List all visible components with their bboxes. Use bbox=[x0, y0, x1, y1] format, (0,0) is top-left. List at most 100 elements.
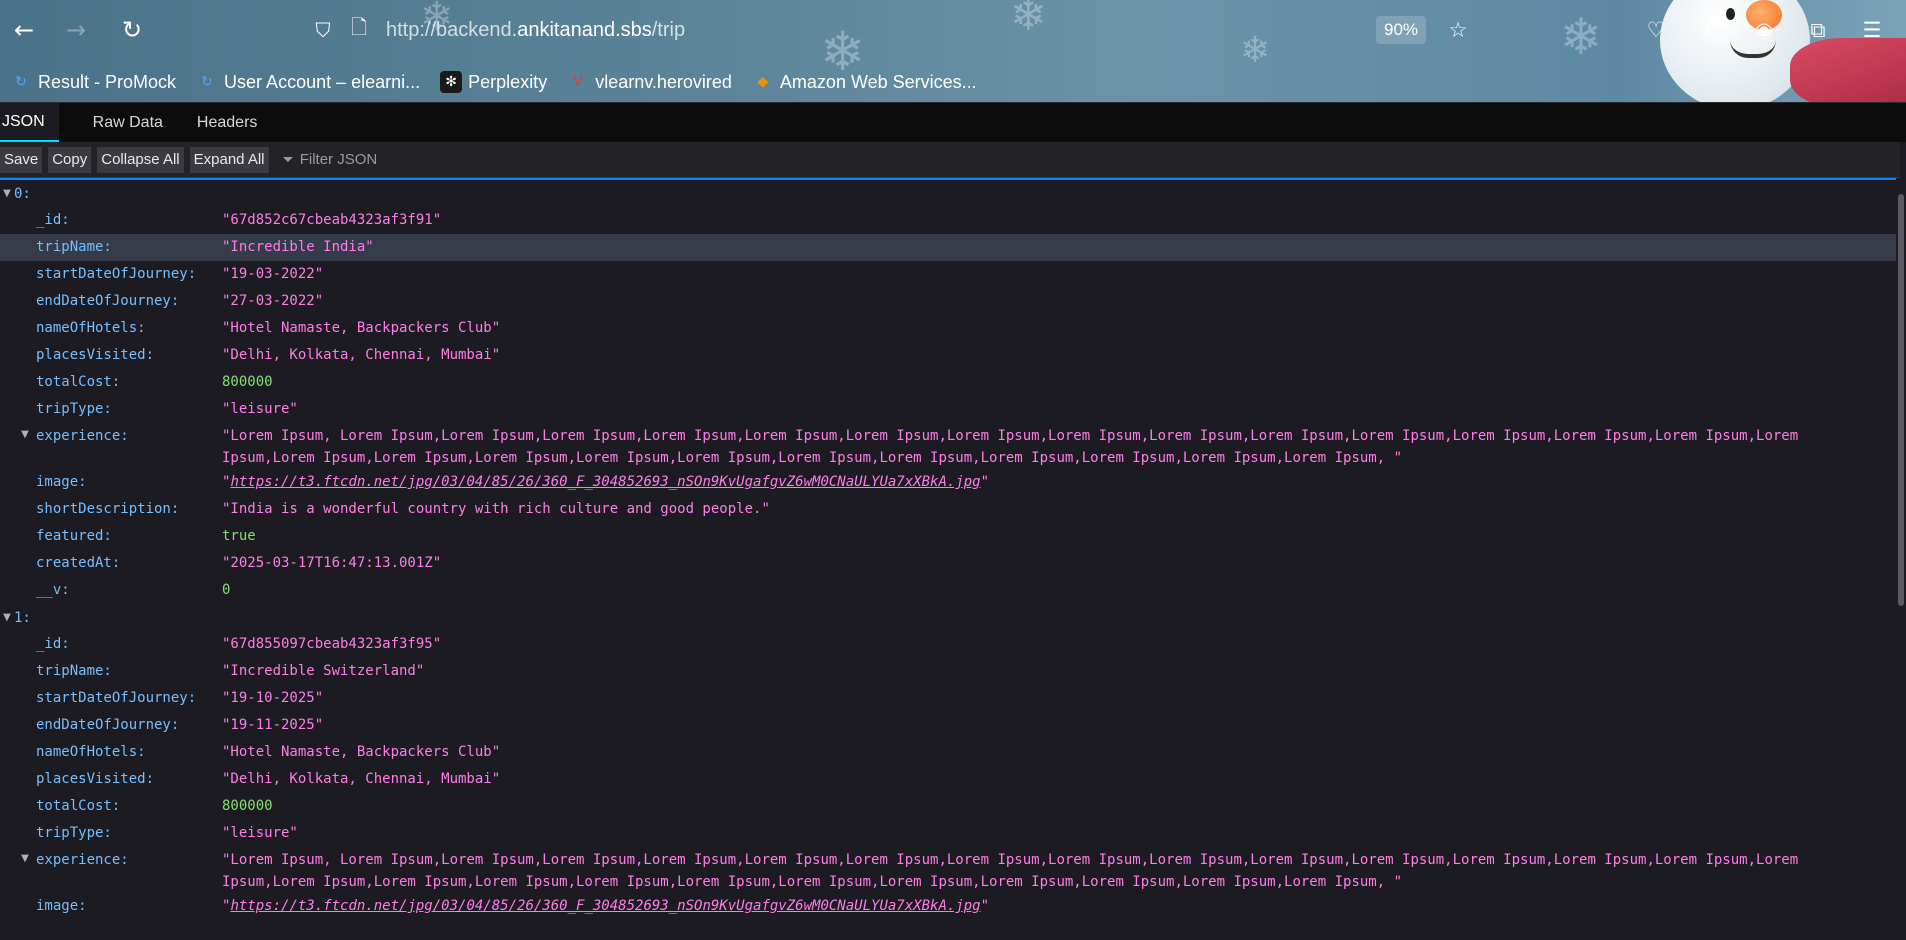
property-value: "Hotel Namaste, Backpackers Club" bbox=[222, 320, 501, 336]
json-property-row[interactable]: image: "https://t3.ftcdn.net/jpg/03/04/85… bbox=[0, 893, 1900, 920]
json-property-row[interactable]: endDateOfJourney: "27-03-2022" bbox=[0, 288, 1900, 315]
snowflake-decoration: ❄ bbox=[1560, 8, 1602, 66]
property-value: "Lorem Ipsum, Lorem Ipsum,Lorem Ipsum,Lo… bbox=[222, 852, 1799, 890]
bookmark-label: Perplexity bbox=[468, 71, 548, 92]
bookmark-star-button[interactable]: ☆ bbox=[1440, 12, 1476, 48]
json-property-row[interactable]: totalCost: 800000 bbox=[0, 369, 1900, 396]
image-url-link[interactable]: https://t3.ftcdn.net/jpg/03/04/85/26/360… bbox=[230, 474, 980, 490]
bookmark-item[interactable]: ◆ Amazon Web Services... bbox=[748, 67, 981, 97]
property-key-text: startDateOfJourney: bbox=[36, 690, 197, 706]
forward-button[interactable]: → bbox=[58, 12, 94, 48]
property-key-text: __v: bbox=[36, 582, 70, 598]
json-property-row[interactable]: tripName: "Incredible India" bbox=[0, 234, 1900, 261]
expand-all-button[interactable]: Expand All bbox=[189, 146, 269, 173]
browser-toolbar: ❄ ❄ ❄ ❄ ❄ ← → ↻ ⛉ 🗋 http://backend.ankit… bbox=[0, 0, 1906, 102]
property-key: nameOfHotels: bbox=[0, 320, 222, 336]
address-bar[interactable]: ⛉ 🗋 http://backend.ankitanand.sbs/trip bbox=[308, 10, 1438, 50]
json-property-row[interactable]: _id: "67d852c67cbeab4323af3f91" bbox=[0, 207, 1900, 234]
aws-cube-icon: ◆ bbox=[757, 74, 769, 90]
bookmark-item[interactable]: Vvlearnv.herovired bbox=[563, 67, 736, 97]
property-key-text: experience: bbox=[36, 852, 129, 868]
url-text[interactable]: http://backend.ankitanand.sbs/trip bbox=[386, 19, 685, 42]
filter-json-field[interactable]: ⏷ bbox=[283, 151, 500, 168]
array-index-row[interactable]: ▼ 0: bbox=[0, 180, 1900, 207]
json-property-row[interactable]: shortDescription: "India is a wonderful c… bbox=[0, 496, 1900, 523]
json-property-row[interactable]: endDateOfJourney: "19-11-2025" bbox=[0, 712, 1900, 739]
expand-triangle-icon[interactable]: ▼ bbox=[18, 853, 32, 864]
json-property-row[interactable]: createdAt: "2025-03-17T16:47:13.001Z" bbox=[0, 550, 1900, 577]
json-property-row[interactable]: tripName: "Incredible Switzerland" bbox=[0, 658, 1900, 685]
property-key-text: createdAt: bbox=[36, 555, 121, 571]
expand-triangle-icon[interactable]: ▼ bbox=[18, 429, 32, 440]
bookmark-item[interactable]: ↻ Result - ProMock bbox=[6, 67, 180, 97]
property-key: _id: bbox=[0, 636, 222, 652]
vertical-scrollbar[interactable] bbox=[1896, 178, 1906, 940]
property-value: "Delhi, Kolkata, Chennai, Mumbai" bbox=[222, 347, 501, 363]
array-index-row[interactable]: ▼ 1: bbox=[0, 604, 1900, 631]
downloads-button[interactable]: ⤓ bbox=[1690, 12, 1726, 48]
property-key-text: endDateOfJourney: bbox=[36, 293, 180, 309]
back-button[interactable]: ← bbox=[6, 12, 42, 48]
property-value: "India is a wonderful country with rich … bbox=[222, 501, 770, 517]
json-property-row[interactable]: nameOfHotels: "Hotel Namaste, Backpackers… bbox=[0, 739, 1900, 766]
json-property-row[interactable]: nameOfHotels: "Hotel Namaste, Backpackers… bbox=[0, 315, 1900, 342]
tab-headers[interactable]: Headers bbox=[183, 103, 271, 142]
json-property-row[interactable]: tripType: "leisure" bbox=[0, 820, 1900, 847]
property-key-text: experience: bbox=[36, 428, 129, 444]
json-property-row[interactable]: image: "https://t3.ftcdn.net/jpg/03/04/85… bbox=[0, 469, 1900, 496]
property-value: "Delhi, Kolkata, Chennai, Mumbai" bbox=[222, 771, 501, 787]
property-value: "2025-03-17T16:47:13.001Z" bbox=[222, 555, 442, 571]
pocket-icon: ♡ bbox=[1646, 18, 1666, 42]
zoom-level-button[interactable]: 90% bbox=[1376, 16, 1427, 44]
expand-triangle-icon[interactable]: ▼ bbox=[0, 188, 14, 199]
json-property-row[interactable]: startDateOfJourney: "19-10-2025" bbox=[0, 685, 1900, 712]
property-key: totalCost: bbox=[0, 374, 222, 390]
extensions-button[interactable]: ⧉ bbox=[1800, 12, 1836, 48]
collapse-all-button[interactable]: Collapse All bbox=[97, 146, 184, 173]
property-key: endDateOfJourney: bbox=[0, 293, 222, 309]
property-value: "67d855097cbeab4323af3f95" bbox=[222, 636, 442, 652]
json-property-row[interactable]: __v: 0 bbox=[0, 577, 1900, 604]
account-button[interactable]: ◉ bbox=[1746, 12, 1782, 48]
json-property-row[interactable]: totalCost: 800000 bbox=[0, 793, 1900, 820]
json-property-row[interactable]: _id: "67d855097cbeab4323af3f95" bbox=[0, 631, 1900, 658]
json-property-row[interactable]: placesVisited: "Delhi, Kolkata, Chennai, … bbox=[0, 766, 1900, 793]
property-key: nameOfHotels: bbox=[0, 744, 222, 760]
shield-icon[interactable]: ⛉ bbox=[308, 15, 338, 45]
refresh-c-icon: ↻ bbox=[15, 74, 27, 90]
json-property-row[interactable]: ▼ experience: "Lorem Ipsum, Lorem Ipsum,Lo… bbox=[0, 423, 1900, 469]
property-key-text: totalCost: bbox=[36, 798, 121, 814]
property-key-text: placesVisited: bbox=[36, 771, 155, 787]
image-url-link[interactable]: https://t3.ftcdn.net/jpg/03/04/85/26/360… bbox=[230, 898, 980, 914]
tab-json[interactable]: JSON bbox=[0, 103, 59, 142]
json-toolbar: Save Copy Collapse All Expand All ⏷ bbox=[0, 142, 1900, 178]
json-property-row[interactable]: startDateOfJourney: "19-03-2022" bbox=[0, 261, 1900, 288]
property-value: "Hotel Namaste, Backpackers Club" bbox=[222, 744, 501, 760]
property-key: startDateOfJourney: bbox=[0, 266, 222, 282]
property-key: totalCost: bbox=[0, 798, 222, 814]
reload-button[interactable]: ↻ bbox=[114, 12, 150, 48]
theme-snowman-decoration bbox=[1660, 0, 1810, 102]
copy-button[interactable]: Copy bbox=[48, 146, 92, 173]
refresh-c-icon: ↻ bbox=[201, 74, 213, 90]
pocket-button[interactable]: ♡ bbox=[1638, 12, 1674, 48]
page-icon[interactable]: 🗋 bbox=[344, 15, 374, 45]
property-value: "19-03-2022" bbox=[222, 266, 324, 282]
json-property-row[interactable]: ▼ experience: "Lorem Ipsum, Lorem Ipsum,Lo… bbox=[0, 847, 1900, 893]
menu-button[interactable]: ☰ bbox=[1854, 12, 1890, 48]
tab-raw-data[interactable]: Raw Data bbox=[79, 103, 177, 142]
url-domain: ankitanand.sbs bbox=[517, 18, 652, 41]
property-key: tripName: bbox=[0, 239, 222, 255]
bookmark-item[interactable]: ✻ Perplexity bbox=[436, 67, 551, 97]
property-key-text: image: bbox=[36, 474, 87, 490]
expand-triangle-icon[interactable]: ▼ bbox=[0, 612, 14, 623]
scrollbar-thumb[interactable] bbox=[1898, 194, 1904, 606]
bookmark-item[interactable]: ↻ User Account – elearni... bbox=[192, 67, 424, 97]
property-key: tripName: bbox=[0, 663, 222, 679]
json-property-row[interactable]: tripType: "leisure" bbox=[0, 396, 1900, 423]
save-button[interactable]: Save bbox=[0, 146, 43, 173]
json-property-row[interactable]: featured: true bbox=[0, 523, 1900, 550]
property-key: placesVisited: bbox=[0, 771, 222, 787]
json-property-row[interactable]: placesVisited: "Delhi, Kolkata, Chennai, … bbox=[0, 342, 1900, 369]
filter-json-input[interactable] bbox=[299, 151, 500, 168]
